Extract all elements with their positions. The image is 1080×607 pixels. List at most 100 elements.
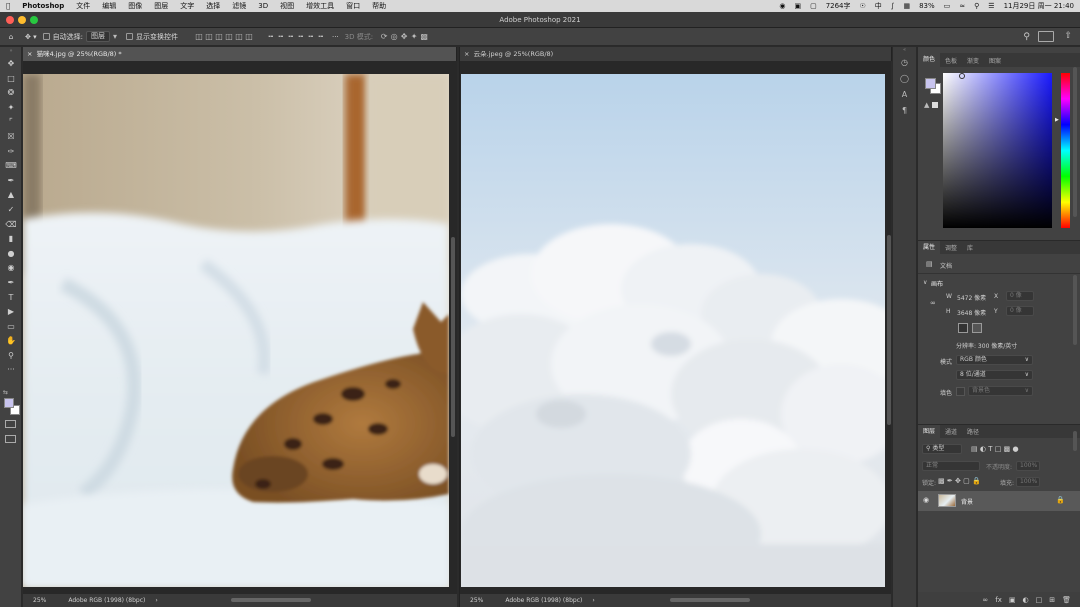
- opacity-input[interactable]: 100%: [1016, 461, 1040, 471]
- toolbar-collapse-icon[interactable]: »: [0, 47, 22, 57]
- status-arrow-icon[interactable]: ›: [592, 597, 594, 604]
- menu-type[interactable]: 文字: [174, 1, 200, 11]
- distribute-5-icon[interactable]: ╍: [306, 32, 316, 41]
- history-panel-icon[interactable]: ◷: [893, 55, 916, 71]
- filter-toggle-icon[interactable]: ●: [1012, 445, 1018, 453]
- dock-collapse-icon[interactable]: «: [893, 47, 916, 55]
- canvas-cat-image[interactable]: [23, 74, 449, 587]
- paragraph-panel-icon[interactable]: ¶: [893, 103, 916, 119]
- canvas-section-chevron-icon[interactable]: ∨: [923, 279, 927, 286]
- foreground-color-swatch[interactable]: [4, 398, 14, 408]
- character-panel-icon[interactable]: A: [893, 87, 916, 103]
- landscape-orientation-button[interactable]: [972, 323, 982, 333]
- filter-shape-icon[interactable]: □: [995, 445, 1002, 453]
- battery-icon[interactable]: ▭: [944, 2, 951, 10]
- screen-mode-icon[interactable]: [5, 435, 16, 443]
- dodge-tool-icon[interactable]: ◉: [0, 261, 22, 276]
- brush-tool-icon[interactable]: ✒: [0, 174, 22, 189]
- control-center-icon[interactable]: ☰: [988, 2, 994, 10]
- tab-color[interactable]: 颜色: [918, 53, 941, 67]
- pen-tool-icon[interactable]: ✒: [0, 276, 22, 291]
- menu-plugins[interactable]: 增效工具: [300, 1, 340, 11]
- filter-adjustment-icon[interactable]: ◐: [980, 445, 986, 453]
- hue-slider[interactable]: [1061, 73, 1070, 228]
- portrait-orientation-button[interactable]: [958, 323, 968, 333]
- menubar-clock[interactable]: 11月29日 周一 21:40: [1004, 1, 1074, 11]
- home-icon[interactable]: ⌂: [0, 28, 22, 46]
- status-arrow-icon[interactable]: ›: [155, 597, 157, 604]
- bluetooth-icon[interactable]: ∫: [891, 2, 895, 10]
- more-options-icon[interactable]: ···: [329, 28, 342, 46]
- close-tab-icon[interactable]: ×: [27, 50, 32, 58]
- show-transform-toggle[interactable]: 显示变换控件: [123, 28, 181, 46]
- x-input[interactable]: 0 像: [1006, 291, 1034, 301]
- fill-input[interactable]: 100%: [1016, 477, 1040, 487]
- new-adjustment-icon[interactable]: ◐: [1023, 596, 1029, 604]
- move-tool-icon[interactable]: ✥: [0, 57, 22, 72]
- web-safe-swatch[interactable]: [932, 102, 938, 108]
- blur-tool-icon[interactable]: ●: [0, 247, 22, 262]
- maximize-window-button[interactable]: [30, 16, 38, 24]
- path-selection-tool-icon[interactable]: ▶: [0, 305, 22, 320]
- minimize-window-button[interactable]: [18, 16, 26, 24]
- word-count[interactable]: 7264字: [826, 1, 851, 11]
- menu-app[interactable]: Photoshop: [16, 2, 70, 10]
- type-tool-icon[interactable]: T: [0, 291, 22, 306]
- color-picker-cursor[interactable]: [959, 73, 965, 79]
- link-layers-icon[interactable]: ∞: [982, 596, 988, 604]
- stamp-tool-icon[interactable]: ▲: [0, 188, 22, 203]
- filter-type-icon[interactable]: T: [988, 445, 992, 453]
- display-icon[interactable]: ▣: [794, 2, 801, 10]
- lock-pixels-icon[interactable]: ✒: [947, 477, 953, 485]
- clouds-vertical-scrollbar[interactable]: [887, 235, 891, 425]
- height-value[interactable]: 3648 像素: [957, 308, 986, 317]
- distribute-4-icon[interactable]: ╍: [296, 32, 306, 41]
- add-mask-icon[interactable]: ▣: [1009, 596, 1016, 604]
- auto-select-checkbox[interactable]: [42, 33, 50, 40]
- cat-horizontal-scrollbar[interactable]: [231, 598, 311, 602]
- frame-tool-icon[interactable]: ☒: [0, 130, 22, 145]
- zoom-level-clouds[interactable]: 25%: [470, 597, 483, 604]
- width-value[interactable]: 5472 像素: [957, 293, 986, 302]
- color-panel-scrollbar[interactable]: [1073, 67, 1077, 217]
- close-window-button[interactable]: [6, 16, 14, 24]
- warning-triangle-icon[interactable]: ▲: [924, 101, 929, 109]
- lock-transparency-icon[interactable]: ▩: [938, 477, 945, 485]
- layer-lock-icon[interactable]: 🔒: [1056, 496, 1065, 504]
- tab-gradients[interactable]: 渐变: [962, 56, 984, 65]
- scale-3d-icon[interactable]: ▩: [419, 32, 429, 41]
- align-left-icon[interactable]: ◫: [194, 32, 204, 41]
- brush-settings-icon[interactable]: ◯: [893, 71, 916, 87]
- fill-color-select[interactable]: 背景色 ∨: [968, 386, 1033, 396]
- color-picker-field[interactable]: [943, 73, 1052, 228]
- magic-wand-tool-icon[interactable]: ✦: [0, 101, 22, 116]
- link-dimensions-icon[interactable]: ∞: [930, 299, 936, 307]
- fx-icon[interactable]: fx: [995, 596, 1002, 604]
- layer-name[interactable]: 背景: [961, 497, 973, 506]
- align-hcenter-icon[interactable]: ◫: [204, 32, 214, 41]
- quick-mask-icon[interactable]: [5, 420, 16, 428]
- mode-select[interactable]: RGB 颜色 ∨: [956, 355, 1033, 365]
- input-method[interactable]: 中: [875, 1, 882, 11]
- sync-icon[interactable]: ☉: [860, 2, 866, 10]
- crop-tool-icon[interactable]: ⌜: [0, 115, 22, 130]
- lock-artboard-icon[interactable]: ▢: [963, 477, 970, 485]
- close-tab-icon[interactable]: ×: [464, 50, 469, 58]
- swap-colors-icon[interactable]: ⇆: [3, 389, 8, 396]
- distribute-6-icon[interactable]: ╍: [316, 32, 326, 41]
- tab-layers[interactable]: 图层: [918, 424, 941, 439]
- cat-vertical-scrollbar[interactable]: [451, 237, 455, 437]
- menu-filter[interactable]: 滤镜: [226, 1, 252, 11]
- menu-select[interactable]: 选择: [200, 1, 226, 11]
- align-vcenter-icon[interactable]: ◫: [234, 32, 244, 41]
- new-layer-icon[interactable]: ⊞: [1049, 596, 1055, 604]
- delete-layer-icon[interactable]: 🗑: [1062, 596, 1071, 604]
- canvas-clouds-image[interactable]: [461, 74, 885, 587]
- menu-help[interactable]: 帮助: [366, 1, 392, 11]
- menu-edit[interactable]: 编辑: [96, 1, 122, 11]
- menu-3d[interactable]: 3D: [252, 2, 274, 10]
- distribute-3-icon[interactable]: ╍: [286, 32, 296, 41]
- wechat-icon[interactable]: ◉: [779, 2, 785, 10]
- auto-select-toggle[interactable]: 自动选择: 图层 ▾: [40, 28, 123, 46]
- visibility-eye-icon[interactable]: ◉: [923, 496, 929, 504]
